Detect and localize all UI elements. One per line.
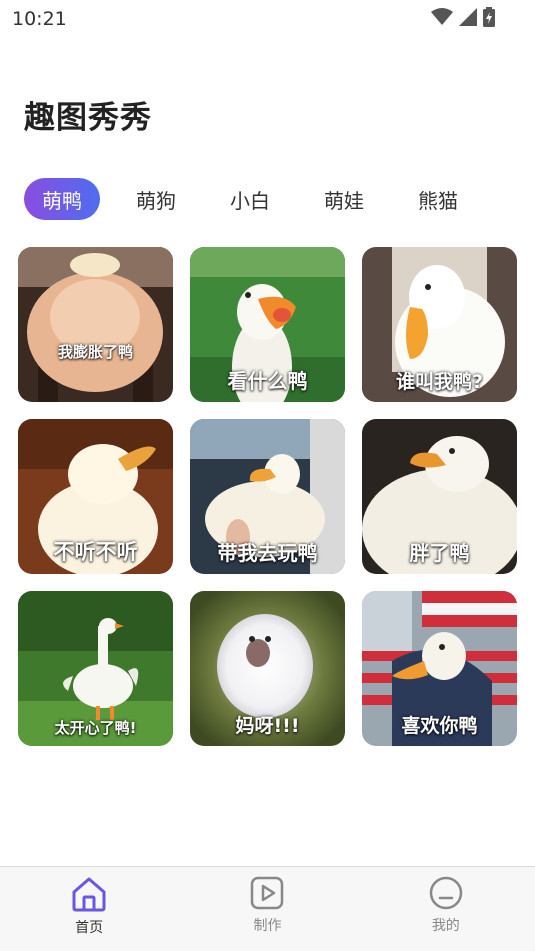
battery-icon [483,7,495,27]
nav-profile[interactable]: 我的 [357,867,535,951]
play-icon [251,876,284,910]
meme-caption: 不听不听 [53,540,138,564]
nav-home[interactable]: 首页 [0,867,178,951]
meme-card[interactable]: 胖了鸭 [362,419,517,574]
category-tabs: 萌鸭 萌狗 小白 萌娃 熊猫 [24,178,494,220]
duck-meme-image [18,247,173,402]
tab-meng-wa[interactable]: 萌娃 [306,178,382,220]
tab-meng-ya[interactable]: 萌鸭 [24,178,100,220]
meme-card[interactable]: 妈呀!!! [190,591,345,746]
status-time: 10:21 [12,8,67,30]
nav-home-label: 首页 [75,920,104,936]
meme-caption: 胖了鸭 [409,541,470,565]
meme-caption: 看什么鸭 [227,369,308,393]
profile-icon [429,876,463,910]
meme-caption: 妈呀!!! [235,715,300,737]
meme-caption: 我膨胀了鸭 [57,343,133,361]
meme-caption: 带我去玩鸭 [217,541,318,565]
page-title: 趣图秀秀 [24,100,152,136]
meme-card[interactable]: 看什么鸭 [190,247,345,402]
meme-card[interactable]: 谁叫我鸭? [362,247,517,402]
wifi-icon [431,8,453,25]
meme-grid: 我膨胀了鸭 看什么鸭 谁叫我鸭? 不听不听 带我去玩鸭 胖了鸭 太开心了鸭! 妈… [18,247,518,746]
tab-xiao-bai[interactable]: 小白 [212,178,288,220]
meme-caption: 太开心了鸭! [54,719,137,737]
cell-signal-icon [459,8,477,26]
meme-card[interactable]: 带我去玩鸭 [190,419,345,574]
meme-card[interactable]: 我膨胀了鸭 [18,247,173,402]
home-icon [72,877,106,912]
nav-create-label: 制作 [253,918,282,934]
tab-xiong-mao[interactable]: 熊猫 [400,178,476,220]
bottom-nav: 首页 制作 我的 [0,866,535,951]
meme-card[interactable]: 太开心了鸭! [18,591,173,746]
meme-caption: 喜欢你鸭 [401,715,478,737]
nav-profile-label: 我的 [431,918,460,934]
nav-create[interactable]: 制作 [178,867,356,951]
meme-caption: 谁叫我鸭? [395,371,484,393]
meme-card[interactable]: 不听不听 [18,419,173,574]
tab-meng-gou[interactable]: 萌狗 [118,178,194,220]
status-bar: 10:21 [0,0,535,38]
meme-card[interactable]: 喜欢你鸭 [362,591,517,746]
